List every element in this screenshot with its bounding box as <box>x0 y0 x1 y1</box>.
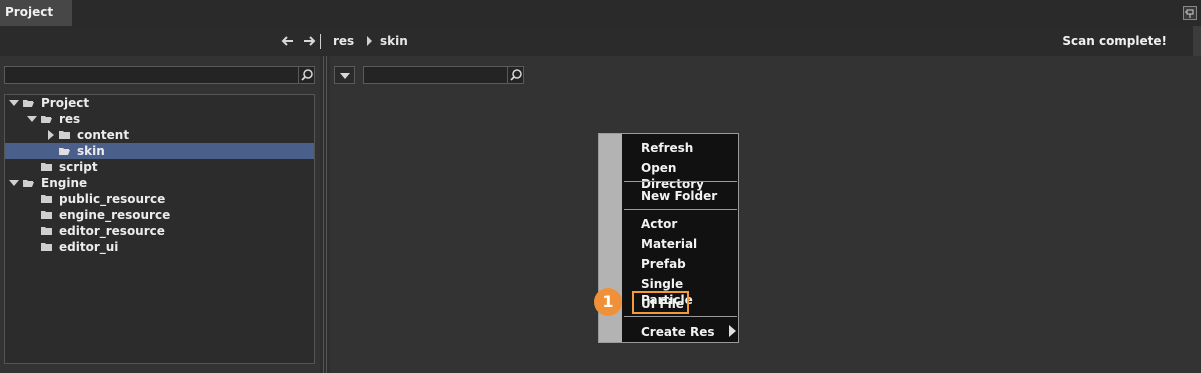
tree-item-label: skin <box>77 144 105 158</box>
tree-item-script[interactable]: script <box>5 159 314 175</box>
folder-open-icon <box>59 148 70 155</box>
folder-icon <box>41 195 52 203</box>
project-tree: Project res content skin script Engine p… <box>4 94 315 364</box>
folder-icon <box>41 163 52 171</box>
tree-item-content[interactable]: content <box>5 127 314 143</box>
tree-item-res[interactable]: res <box>5 111 314 127</box>
breadcrumb-chevron-icon <box>367 36 372 46</box>
menu-item-prefab[interactable]: Prefab <box>641 256 686 272</box>
tab-bar: Project <box>0 0 1201 26</box>
tree-item-label: public_resource <box>59 192 166 206</box>
highlight-box <box>632 291 689 314</box>
menu-item-refresh[interactable]: Refresh <box>641 140 693 156</box>
tree-search-input[interactable] <box>4 66 315 84</box>
tree-item-label: content <box>77 128 130 142</box>
menu-item-new-folder[interactable]: New Folder <box>641 188 717 204</box>
asset-view-pane <box>330 56 1201 373</box>
scan-status: Scan complete! <box>1062 34 1167 48</box>
expand-arrow-icon[interactable] <box>9 100 19 106</box>
pin-icon[interactable] <box>1183 6 1197 20</box>
nav-separator <box>320 34 321 49</box>
menu-item-actor[interactable]: Actor <box>641 216 677 232</box>
asset-search-input[interactable] <box>363 66 524 84</box>
step-badge: 1 <box>594 288 622 316</box>
chevron-down-icon <box>340 73 350 79</box>
tree-item-skin[interactable]: skin <box>5 143 314 159</box>
tree-item-editor-ui[interactable]: editor_ui <box>5 239 314 255</box>
folder-icon <box>41 227 52 235</box>
folder-open-icon <box>41 116 52 123</box>
tree-item-engine[interactable]: Engine <box>5 175 314 191</box>
tree-item-label: editor_ui <box>59 240 119 254</box>
pane-splitter[interactable] <box>320 56 330 373</box>
forward-arrow-icon[interactable] <box>301 33 317 49</box>
tree-item-label: engine_resource <box>59 208 171 222</box>
submenu-arrow-icon <box>729 325 736 337</box>
folder-icon <box>41 211 52 219</box>
menu-separator <box>624 316 737 317</box>
folder-icon <box>41 243 52 251</box>
expand-arrow-icon[interactable] <box>9 180 19 186</box>
folder-icon <box>59 131 70 139</box>
menu-separator <box>624 181 737 182</box>
folder-open-icon <box>23 180 34 187</box>
tab-project[interactable]: Project <box>0 0 72 26</box>
search-icon[interactable] <box>507 67 523 83</box>
back-arrow-icon[interactable] <box>280 33 296 49</box>
expand-arrow-icon[interactable] <box>27 116 37 122</box>
project-tree-pane: Project res content skin script Engine p… <box>0 56 320 373</box>
breadcrumb-res[interactable]: res <box>333 34 354 48</box>
tree-item-label: script <box>59 160 98 174</box>
tree-item-editor-resource[interactable]: editor_resource <box>5 223 314 239</box>
breadcrumb-skin[interactable]: skin <box>380 34 408 48</box>
view-dropdown-button[interactable] <box>334 66 355 84</box>
tree-item-label: Engine <box>41 176 88 190</box>
collapse-arrow-icon[interactable] <box>48 130 54 140</box>
tree-item-engine-resource[interactable]: engine_resource <box>5 207 314 223</box>
tree-item-label: Project <box>41 96 90 110</box>
menu-separator <box>624 209 737 210</box>
search-icon[interactable] <box>298 67 314 83</box>
tree-item-public-resource[interactable]: public_resource <box>5 191 314 207</box>
navigation-bar: res skin Scan complete! <box>0 26 1201 56</box>
nav-scrollbar[interactable] <box>1193 26 1201 56</box>
folder-open-icon <box>23 100 34 107</box>
tree-item-label: editor_resource <box>59 224 165 238</box>
tree-item-project[interactable]: Project <box>5 95 314 111</box>
tree-item-label: res <box>59 112 81 126</box>
menu-item-create-res[interactable]: Create Res <box>641 324 715 340</box>
menu-item-material[interactable]: Material <box>641 236 697 252</box>
